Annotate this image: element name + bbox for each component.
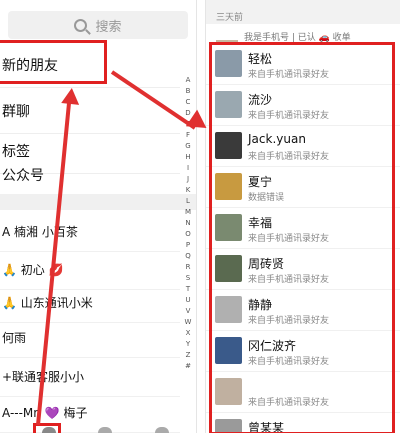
index-letter[interactable]: U [185, 295, 190, 306]
section-gap [0, 194, 196, 210]
index-letter[interactable]: C [186, 97, 191, 108]
contact-row[interactable]: A 楠湘 小百茶 [0, 212, 180, 252]
index-letter[interactable]: R [186, 262, 191, 273]
index-letter[interactable]: P [186, 240, 190, 251]
index-letter[interactable]: H [185, 152, 190, 163]
contact-row[interactable]: 🙏 山东通讯小米 [0, 283, 180, 323]
index-letter[interactable]: F [186, 130, 190, 141]
index-letter[interactable]: B [186, 86, 191, 97]
index-letter[interactable]: I [187, 163, 189, 174]
index-letter[interactable]: A [186, 75, 191, 86]
arrow-up-head [61, 87, 81, 105]
index-letter[interactable]: V [186, 306, 191, 317]
request-row-partial[interactable]: 我是手机号 | 已认 🚗 收单 [206, 22, 400, 44]
official-accounts-label: 公众号 [2, 167, 44, 184]
section-header: 三天前 [206, 0, 400, 24]
bottom-tab-bar [0, 425, 196, 433]
official-accounts-item[interactable]: 公众号 [0, 152, 180, 198]
highlight-request-list [209, 42, 395, 433]
search-input[interactable]: 搜索 [8, 11, 188, 39]
index-letter[interactable]: Y [186, 339, 190, 350]
index-letter[interactable]: D [185, 108, 190, 119]
contact-name: 何雨 [2, 331, 27, 345]
search-icon [74, 18, 88, 32]
index-letter[interactable]: Z [186, 350, 191, 361]
index-letter[interactable]: Q [185, 251, 191, 262]
index-letter[interactable]: S [186, 273, 190, 284]
me-tab-icon[interactable] [155, 427, 169, 433]
discover-tab-icon[interactable] [98, 427, 112, 433]
search-placeholder: 搜索 [95, 19, 122, 35]
group-chats-label: 群聊 [2, 103, 30, 120]
index-letter[interactable]: L [186, 196, 190, 207]
contact-row[interactable]: +联通客服小小 [0, 357, 180, 397]
contact-row[interactable]: 何雨 [0, 318, 180, 358]
index-letter[interactable]: X [186, 328, 191, 339]
highlight-new-friends [0, 40, 107, 84]
index-letter[interactable]: M [185, 207, 191, 218]
panel-divider [196, 0, 206, 433]
index-letter[interactable]: T [186, 284, 190, 295]
contact-name: A---Mn 💜 梅子 [2, 406, 88, 420]
contact-name: A 楠湘 小百茶 [2, 225, 78, 239]
index-letter[interactable]: J [187, 174, 189, 185]
index-letter[interactable]: O [185, 229, 191, 240]
index-letter[interactable]: # [185, 361, 191, 372]
index-letter[interactable]: G [185, 141, 190, 152]
index-letter[interactable]: K [186, 185, 191, 196]
index-letter[interactable]: W [185, 317, 192, 328]
index-letter[interactable]: N [185, 218, 190, 229]
